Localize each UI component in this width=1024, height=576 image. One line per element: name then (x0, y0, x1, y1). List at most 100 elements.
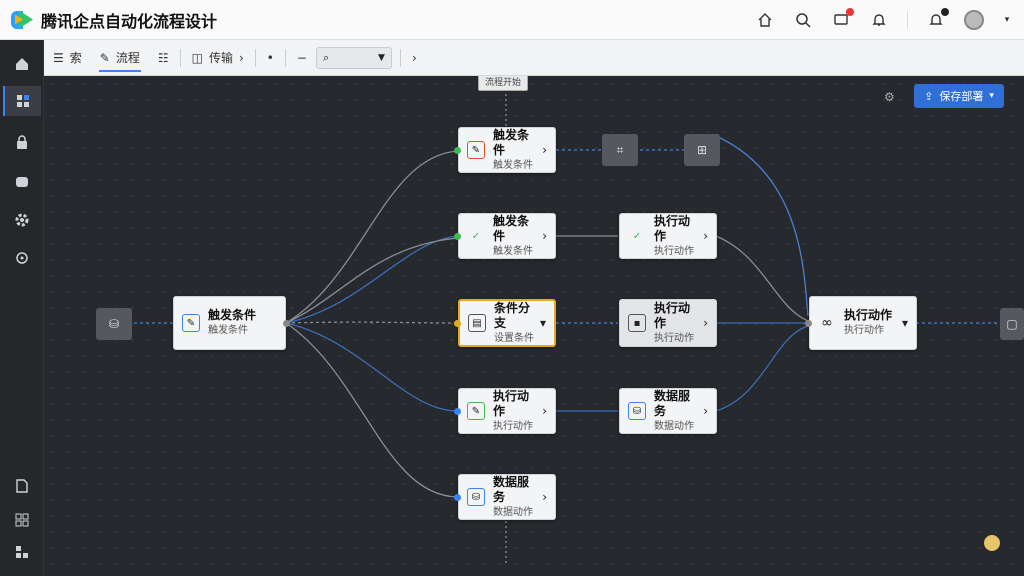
flow-node-condition[interactable]: ▤ 条件分支 设置条件 ▾ (458, 299, 556, 347)
chevron-right-icon: › (703, 229, 708, 243)
start-node-icon[interactable]: ⛁ (96, 308, 132, 340)
document-icon[interactable] (10, 474, 34, 498)
port[interactable] (454, 408, 461, 415)
home-icon[interactable] (755, 10, 775, 30)
chevron-right-icon: › (703, 316, 708, 330)
avatar[interactable] (964, 10, 984, 30)
app-title: 腾讯企点自动化流程设计 (41, 11, 218, 31)
edge (715, 235, 809, 322)
flow-node-trigger-2[interactable]: ✓ 触发条件 触发条件 › (458, 213, 556, 259)
trigger-icon: ✎ (182, 314, 200, 332)
chat-icon[interactable] (10, 170, 34, 194)
top-icons: ▾ (755, 0, 1012, 40)
search-icon: ⌕ (322, 50, 330, 64)
divider (399, 48, 401, 67)
wand-icon: ✎ (99, 50, 110, 65)
edge (285, 237, 459, 324)
toolbar-list[interactable]: ☷ (149, 40, 178, 76)
edge (285, 150, 459, 324)
chevron-right-icon: › (542, 143, 547, 157)
end-node-icon[interactable]: ▢ (1000, 308, 1024, 340)
flow-canvas[interactable]: 流程开始 ⛁ ⌗ ⊞ ✎ 触发条件 触发条件 ✎ 触发条件 触发条件 › ✓ 触发条… (44, 76, 1024, 576)
port[interactable] (454, 233, 461, 240)
chevron-down-icon[interactable]: ▾ (1002, 10, 1012, 30)
flow-node-action-2[interactable]: ✓ 执行动作 执行动作 › (619, 213, 717, 259)
flow-node-action-final[interactable]: ∞ 执行动作 执行动作 ▾ (809, 296, 917, 350)
top-bar: 腾讯企点自动化流程设计 ▾ (0, 0, 1024, 40)
port[interactable] (454, 147, 461, 154)
chevron-right-icon: › (703, 404, 708, 418)
divider (179, 48, 181, 67)
alert-bell-icon[interactable] (926, 8, 949, 30)
port[interactable] (454, 320, 461, 327)
workflow-nav-icon[interactable] (3, 86, 41, 116)
dot-icon: • (266, 50, 274, 65)
edge (285, 321, 459, 324)
data-icon: ⛁ (628, 402, 646, 420)
toolbar-dot[interactable]: • (258, 40, 283, 76)
message-icon[interactable] (831, 8, 854, 30)
gear-icon[interactable] (10, 246, 34, 270)
search-icon[interactable] (793, 10, 813, 30)
data-icon: ⛁ (467, 488, 485, 506)
next-button[interactable]: › (403, 40, 426, 76)
chevron-right-icon: › (238, 50, 244, 65)
port[interactable] (805, 320, 812, 327)
divider (254, 48, 256, 67)
chevron-right-icon: › (542, 490, 547, 504)
tab-flow[interactable]: ✎ 流程 (91, 40, 149, 76)
port[interactable] (283, 320, 290, 327)
divider (284, 48, 286, 67)
notification-badge (846, 8, 854, 16)
settings-icon[interactable] (10, 208, 34, 232)
chevron-right-icon: › (542, 404, 547, 418)
apps-icon[interactable] (10, 508, 34, 532)
flow-node-trigger-1[interactable]: ✎ 触发条件 触发条件 › (458, 127, 556, 173)
flow-node-trigger-main[interactable]: ✎ 触发条件 触发条件 (173, 296, 286, 350)
flow-node-action-1[interactable]: ✎ 执行动作 执行动作 › (458, 388, 556, 434)
port[interactable] (454, 494, 461, 501)
flow-node-data-action[interactable]: ⛁ 数据服务 数据动作 › (619, 388, 717, 434)
flow-node-data-service[interactable]: ⛁ 数据服务 数据动作 › (458, 474, 556, 520)
grid-icon[interactable] (10, 540, 34, 564)
edge (285, 235, 459, 324)
status-badge (941, 8, 949, 16)
deploy-button[interactable]: ⇪ 保存部署 ▾ (914, 84, 1004, 108)
edge (715, 135, 809, 317)
bell-icon[interactable] (869, 10, 889, 30)
link-icon: ∞ (821, 315, 833, 331)
editor-toolbar: ☰ 索 ✎ 流程 ☷ ◫ 传输 › • − ⌕ ▼ › (44, 40, 1024, 76)
divider (907, 11, 908, 29)
list-icon: ☷ (157, 50, 169, 65)
chevron-down-icon: ▾ (989, 91, 994, 101)
trigger-icon: ✎ (467, 141, 485, 159)
chevron-down-icon: ▾ (539, 316, 546, 330)
edge (715, 325, 809, 412)
check-icon: ✓ (471, 230, 481, 242)
toolbar-menu[interactable]: ☰ 索 (44, 40, 91, 76)
chevron-right-icon: › (542, 229, 547, 243)
toolbar-minus[interactable]: − (288, 40, 316, 76)
left-rail (0, 40, 44, 576)
flow-node-action-3[interactable]: ▪ 执行动作 执行动作 › (619, 299, 717, 347)
lock-icon[interactable] (10, 130, 34, 154)
minus-icon: − (296, 50, 307, 65)
help-icon[interactable] (984, 535, 1000, 551)
condition-icon: ▤ (468, 314, 486, 332)
canvas-settings-icon[interactable]: ⚙ (884, 90, 900, 106)
window-icon: ◫ (191, 50, 203, 65)
edge (285, 322, 459, 498)
app-logo-icon (11, 9, 33, 31)
edit-icon: ✎ (467, 402, 485, 420)
toolbar-transfer[interactable]: ◫ 传输 › (183, 40, 253, 76)
connector-node-icon[interactable]: ⌗ (602, 134, 638, 166)
menu-icon: ☰ (53, 50, 64, 65)
search-input[interactable]: ⌕ ▼ (315, 46, 392, 69)
deploy-icon: ⇪ (924, 89, 934, 103)
home-nav-icon[interactable] (10, 52, 34, 76)
check-icon: ✓ (632, 230, 642, 242)
flow-start-tag[interactable]: 流程开始 (478, 76, 529, 91)
edge (285, 322, 459, 412)
chevron-down-icon: ▼ (378, 52, 385, 63)
connector-node-icon[interactable]: ⊞ (684, 134, 720, 166)
